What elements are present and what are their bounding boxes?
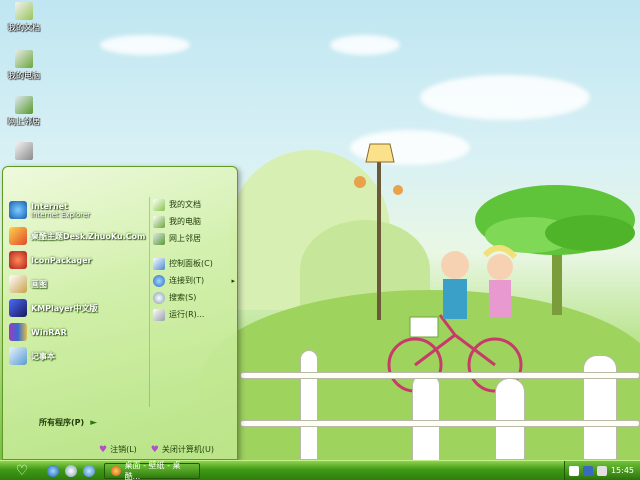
desktop-icon-label: 网上邻居 xyxy=(8,117,40,126)
submenu-arrow-icon: ▸ xyxy=(231,276,235,285)
start-menu-item-iconpackager[interactable]: IconPackager xyxy=(9,249,147,271)
start-menu-place-connect-to[interactable]: 连接到(T) ▸ xyxy=(153,273,235,288)
winrar-icon xyxy=(9,323,27,341)
shutdown-label: 关闭计算机(U) xyxy=(161,445,214,454)
desktop-icon-label: 我的文档 xyxy=(8,23,40,32)
start-menu-place-search[interactable]: 搜索(S) xyxy=(153,290,235,305)
notepad-icon xyxy=(9,347,27,365)
start-menu-item-notepad[interactable]: 记事本 xyxy=(9,345,147,367)
show-desktop-icon[interactable] xyxy=(65,464,77,477)
run-icon xyxy=(153,308,165,321)
start-menu-place-network-places[interactable]: 网上邻居 xyxy=(153,231,235,246)
start-menu-item-label: 画图 xyxy=(31,279,47,289)
zhuoku-theme-icon xyxy=(9,227,27,245)
my-documents-icon xyxy=(153,198,165,211)
logoff-button[interactable]: ♥ 注销(L) xyxy=(99,444,137,455)
cloud xyxy=(420,75,590,120)
start-menu-item-kmplayer[interactable]: KMPlayer中文版 xyxy=(9,297,147,319)
system-tray: 15:45 xyxy=(563,460,640,480)
start-menu-item-sublabel: Internet Explorer xyxy=(31,210,91,219)
start-menu-item-label: 记事本 xyxy=(31,351,55,361)
start-menu-place-label: 连接到(T) xyxy=(169,276,205,285)
fence-rail xyxy=(240,372,640,379)
start-menu-place-label: 控制面板(C) xyxy=(169,259,213,268)
start-menu-place-label: 运行(R)... xyxy=(169,310,205,319)
desktop-icon-recycle-bin[interactable] xyxy=(0,142,48,162)
taskbar-button-label: 桌面 - 壁纸 - 桌酷... xyxy=(124,460,181,480)
volume-tray-icon[interactable] xyxy=(596,465,607,476)
desktop-icon-my-documents[interactable]: 我的文档 xyxy=(0,2,48,33)
start-menu-item-label: WinRAR xyxy=(31,327,67,337)
browser-icon xyxy=(111,465,121,476)
network-places-icon xyxy=(153,232,165,245)
taskbar-button-browser[interactable]: 桌面 - 壁纸 - 桌酷... xyxy=(104,460,200,480)
connect-to-icon xyxy=(153,274,165,287)
taskbar: ♡ 桌面 - 壁纸 - 桌酷... 15:45 xyxy=(0,460,640,480)
iconpackager-icon xyxy=(9,251,27,269)
fence-post xyxy=(495,378,525,460)
start-menu-separator xyxy=(149,197,150,407)
start-menu-item-winrar[interactable]: WinRAR xyxy=(9,321,147,343)
kmplayer-icon xyxy=(9,299,27,317)
control-panel-icon xyxy=(153,257,165,270)
search-icon xyxy=(153,291,165,304)
recycle-bin-icon xyxy=(15,142,33,160)
start-menu-place-my-computer[interactable]: 我的电脑 xyxy=(153,214,235,229)
start-menu-place-run[interactable]: 运行(R)... xyxy=(153,307,235,322)
my-documents-icon xyxy=(15,2,33,20)
desktop-icon-label: 我的电脑 xyxy=(8,71,40,80)
start-menu-programs: Internet Internet Explorer 桌酷主题Desk.Zhuo… xyxy=(9,197,147,407)
start-menu: Internet Internet Explorer 桌酷主题Desk.Zhuo… xyxy=(2,166,238,460)
heart-icon: ♥ xyxy=(150,444,159,455)
start-menu-places: 我的文档 我的电脑 网上邻居 控制面板(C) 连接到(T) ▸ 搜索(S) 运行… xyxy=(153,197,235,337)
start-menu-item-label: IconPackager xyxy=(31,255,92,265)
start-button[interactable]: ♡ xyxy=(0,461,44,480)
start-menu-footer: ♥ 注销(L) ♥ 关闭计算机(U) xyxy=(99,444,214,455)
heart-logo-icon: ♡ xyxy=(15,462,29,479)
start-menu-place-label: 搜索(S) xyxy=(169,293,197,302)
fence-post xyxy=(583,355,617,460)
network-places-icon xyxy=(15,96,33,114)
start-menu-place-my-documents[interactable]: 我的文档 xyxy=(153,197,235,212)
desktop-icon-network-places[interactable]: 网上邻居 xyxy=(0,96,48,127)
start-menu-place-control-panel[interactable]: 控制面板(C) xyxy=(153,256,235,271)
my-computer-icon xyxy=(15,50,33,68)
arrow-right-icon: ► xyxy=(90,417,98,428)
start-menu-item-paint[interactable]: 画图 xyxy=(9,273,147,295)
shutdown-button[interactable]: ♥ 关闭计算机(U) xyxy=(151,444,214,455)
cloud xyxy=(100,35,190,55)
all-programs-button[interactable]: 所有程序(P) ► xyxy=(39,417,97,428)
all-programs-label: 所有程序(P) xyxy=(39,418,85,427)
media-player-icon[interactable] xyxy=(83,464,95,477)
my-computer-icon xyxy=(153,215,165,228)
clock[interactable]: 15:45 xyxy=(611,466,634,475)
internet-explorer-icon[interactable] xyxy=(47,464,59,477)
paint-icon xyxy=(9,275,27,293)
start-menu-item-zhuoku[interactable]: 桌酷主题Desk.ZhuoKu.Com xyxy=(9,225,147,247)
heart-icon: ♥ xyxy=(99,444,108,455)
fence-rail xyxy=(240,420,640,427)
couple-on-bicycle-illustration xyxy=(387,245,523,393)
start-menu-item-label: KMPlayer中文版 xyxy=(31,303,98,313)
start-menu-item-internet[interactable]: Internet Internet Explorer xyxy=(9,197,147,223)
start-menu-place-label: 网上邻居 xyxy=(169,234,201,243)
fence-post xyxy=(300,350,318,460)
logoff-label: 注销(L) xyxy=(110,445,137,454)
cloud xyxy=(330,35,400,55)
start-menu-item-label: 桌酷主题Desk.ZhuoKu.Com xyxy=(31,231,146,241)
tray-arrow-icon[interactable] xyxy=(568,465,579,476)
desktop-icon-my-computer[interactable]: 我的电脑 xyxy=(0,50,48,81)
start-menu-place-label: 我的文档 xyxy=(169,200,201,209)
start-menu-place-label: 我的电脑 xyxy=(169,217,201,226)
network-tray-icon[interactable] xyxy=(582,465,593,476)
start-menu-item-label: Internet xyxy=(31,201,68,211)
internet-explorer-icon xyxy=(9,201,27,219)
fence-post xyxy=(412,372,440,460)
